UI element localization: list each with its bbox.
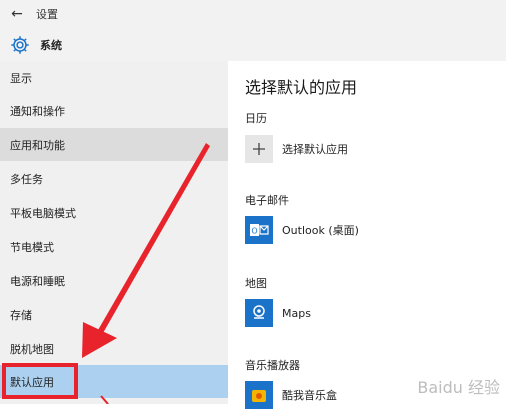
app-name: Maps — [282, 306, 311, 320]
annotation-arrow-tail — [100, 395, 109, 404]
baidu-watermark: Baidu 经验 — [417, 378, 500, 397]
kuwo-music-icon — [245, 381, 273, 409]
maps-icon — [245, 299, 273, 327]
default-app-email[interactable]: O Outlook (桌面) — [245, 216, 359, 244]
svg-text:O: O — [251, 227, 257, 236]
default-app-music[interactable]: 酷我音乐盒 — [245, 381, 337, 409]
default-app-maps[interactable]: Maps — [245, 299, 311, 327]
outlook-icon: O — [245, 216, 273, 244]
annotation-arrow-head — [82, 322, 117, 358]
app-name: Outlook (桌面) — [282, 224, 359, 237]
section-label-email: 电子邮件 — [245, 194, 289, 207]
annotation-arrow-shaft — [94, 143, 210, 340]
section-label-maps: 地图 — [245, 277, 267, 290]
plus-icon — [245, 135, 273, 163]
section-label-calendar: 日历 — [245, 112, 267, 125]
app-name: 选择默认应用 — [282, 143, 348, 156]
section-label-music: 音乐播放器 — [245, 359, 300, 372]
default-app-calendar[interactable]: 选择默认应用 — [245, 135, 348, 163]
app-name: 酷我音乐盒 — [282, 389, 337, 402]
page-title: 选择默认的应用 — [245, 78, 358, 97]
